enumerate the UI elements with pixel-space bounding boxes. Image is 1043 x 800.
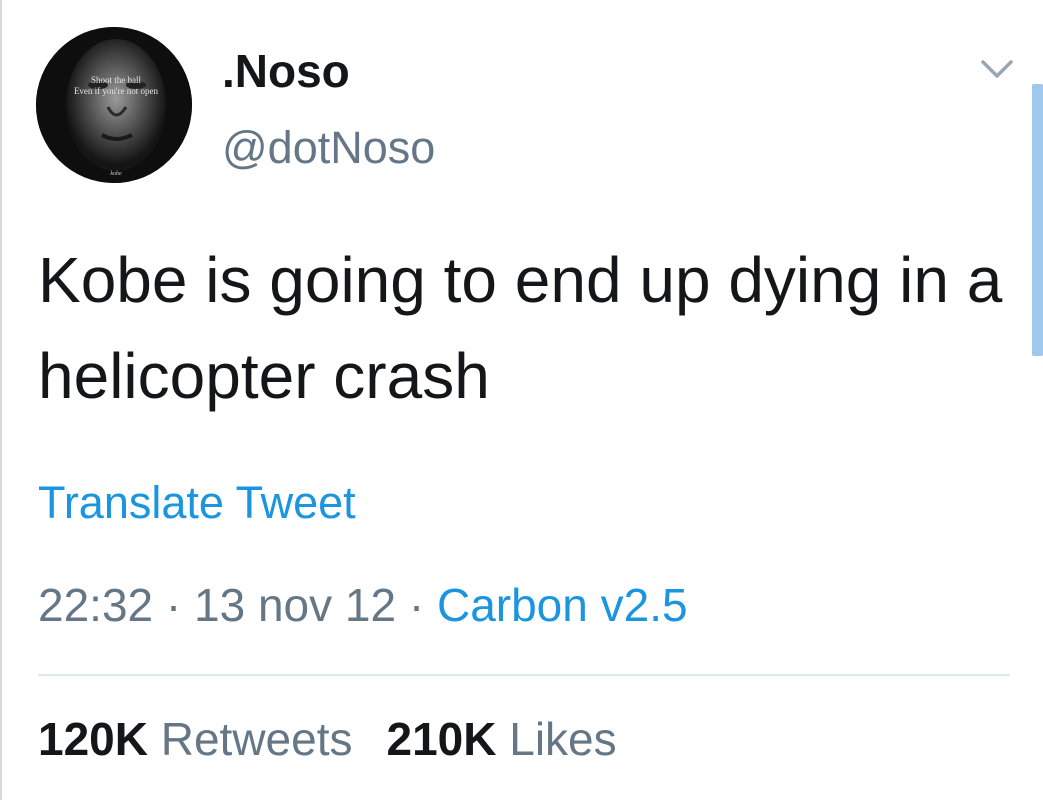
likes-label: Likes <box>509 713 617 765</box>
window-edge <box>0 0 2 800</box>
chevron-down-icon[interactable] <box>975 52 1019 86</box>
user-handle[interactable]: @dotNoso <box>222 122 435 174</box>
retweets-stat[interactable]: 120K Retweets <box>38 713 353 765</box>
meta-separator: · <box>408 579 425 631</box>
avatar-caption-line1: Shoot the ball <box>91 75 141 85</box>
retweets-label: Retweets <box>160 713 353 765</box>
display-name[interactable]: .Noso <box>222 44 350 98</box>
tweet-date: 13 nov 12 <box>194 579 397 631</box>
avatar-caption-line2: Even if you're not open <box>74 86 159 96</box>
retweets-count: 120K <box>38 713 148 765</box>
likes-stat[interactable]: 210K Likes <box>387 713 617 765</box>
tweet-text: Kobe is going to end up dying in a helic… <box>38 244 1003 412</box>
meta-separator: · <box>165 579 182 631</box>
scrollbar[interactable] <box>1032 84 1043 356</box>
avatar-signature: kobe <box>110 171 122 177</box>
divider <box>38 674 1010 676</box>
tweet-time: 22:32 <box>38 579 154 631</box>
tweet-meta: 22:32 · 13 nov 12 · Carbon v2.5 <box>38 578 688 632</box>
avatar[interactable]: Shoot the ball Even if you're not open k… <box>36 27 192 183</box>
tweet-stats: 120K Retweets 210K Likes <box>38 712 617 766</box>
tweet-source-link[interactable]: Carbon v2.5 <box>437 579 688 631</box>
likes-count: 210K <box>386 713 497 765</box>
translate-tweet-link[interactable]: Translate Tweet <box>38 477 356 529</box>
